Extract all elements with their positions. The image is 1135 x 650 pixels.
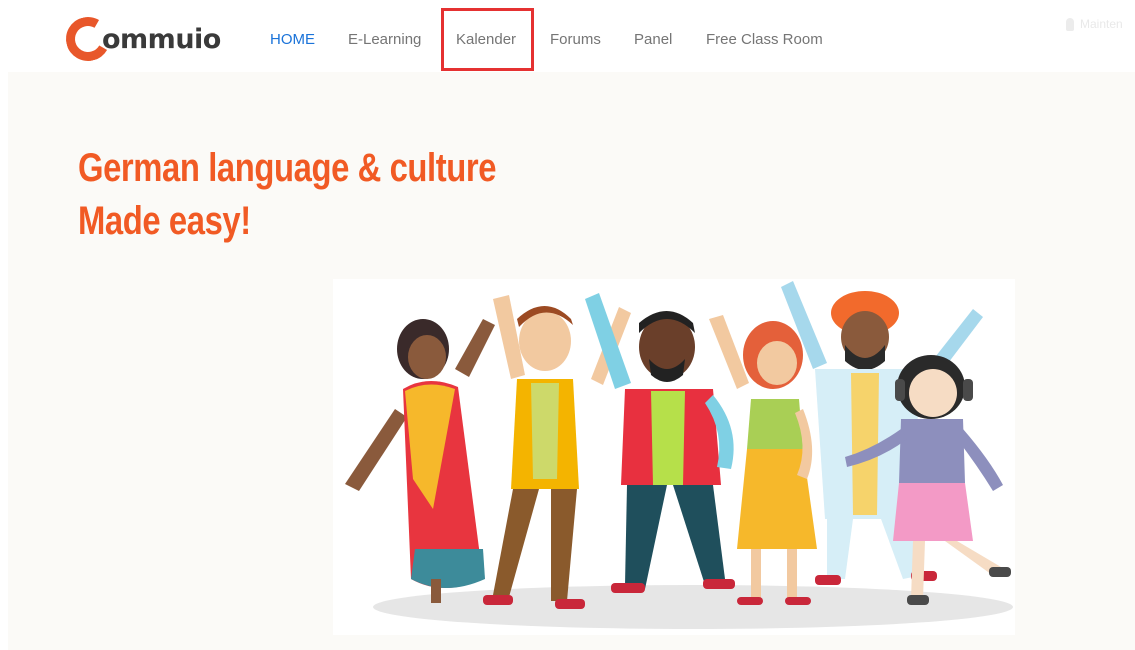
logo-c-mark [61,12,115,66]
people-dancing-illustration [345,281,1013,629]
commuio-logo[interactable]: ommuio [61,12,221,66]
microphone-icon [1066,17,1074,31]
hero-illustration [333,279,1015,635]
nav-item-free-class-room[interactable]: Free Class Room [706,31,823,48]
hero-headline: German language & culture Made easy! [78,142,496,248]
nav-item-e-learning[interactable]: E-Learning [348,31,421,48]
kalender-highlight-box [441,8,534,71]
nav-item-panel[interactable]: Panel [634,31,672,48]
site-header: ommuio HOME E-Learning Kalender Forums P… [0,0,1135,72]
maintenance-label: Mainten [1080,17,1123,31]
nav-item-home[interactable]: HOME [270,31,315,48]
hero-headline-line2: Made easy! [78,199,251,243]
person-saree-woman [345,319,495,603]
hero-section: German language & culture Made easy! [8,72,1135,650]
logo-text: ommuio [102,23,221,55]
hero-headline-line1: German language & culture [78,146,497,190]
maintenance-link[interactable]: Mainten [1066,17,1123,31]
person-red-vest-man [585,293,735,593]
nav-item-forums[interactable]: Forums [550,31,601,48]
